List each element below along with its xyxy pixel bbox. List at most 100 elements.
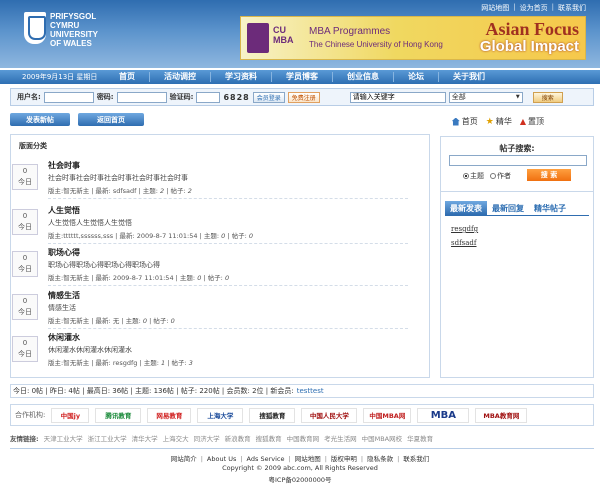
username-input[interactable] xyxy=(43,91,94,103)
logo-text: PRIFYSGOL CYMRU UNIVERSITY OF WALES xyxy=(50,12,98,48)
scope-select[interactable]: 全部 ▼ xyxy=(448,91,523,103)
friend-link[interactable]: 同济大学 xyxy=(194,433,220,443)
login-bar: 用户名: 密码: 验证码: 6828 会员登录 免费注册 全部 ▼ 搜索 xyxy=(10,88,594,106)
forum-name-link[interactable]: 人生觉悟 xyxy=(48,206,80,215)
partner-logo[interactable]: 中国人民大学 xyxy=(301,407,358,423)
friend-link[interactable]: 考光生活网 xyxy=(324,433,357,443)
contact-link[interactable]: 联系我们 xyxy=(558,3,586,13)
footer-link[interactable]: 网站地图 xyxy=(295,455,321,463)
friend-link[interactable]: 中国MBA网校 xyxy=(362,433,403,443)
latest-value[interactable]: 2009-8-7 11:01:54 xyxy=(113,274,174,282)
login-button[interactable]: 会员登录 xyxy=(252,91,285,103)
nav-item-startup[interactable]: 创业信息 xyxy=(332,72,393,82)
topics-label: 主题: xyxy=(203,232,220,240)
today-label: 今日 xyxy=(18,350,32,358)
captcha-input[interactable] xyxy=(196,91,221,103)
username-label: 用户名: xyxy=(17,93,41,101)
today-count-box: 0 今日 xyxy=(12,251,38,277)
nav-item-materials[interactable]: 学习资料 xyxy=(210,72,271,82)
moderator-label: 版主: xyxy=(48,359,64,367)
search-button[interactable]: 搜索 xyxy=(532,91,563,103)
friend-link[interactable]: 浙江工业大学 xyxy=(88,433,127,443)
side-post-link[interactable]: resgdfg xyxy=(451,225,478,233)
post-search-input[interactable] xyxy=(449,155,587,166)
footer-link[interactable]: Ads Service xyxy=(247,455,285,463)
post-search-button[interactable]: 搜 索 xyxy=(527,169,571,181)
radio-author[interactable]: 作者 xyxy=(490,171,511,181)
forum-name-link[interactable]: 职场心得 xyxy=(48,248,80,257)
set-homepage-link[interactable]: 设为首页 xyxy=(520,3,548,13)
mba-banner[interactable]: CU MBA MBA Programmes The Chinese Univer… xyxy=(240,16,586,60)
side-post-link[interactable]: sdfsadf xyxy=(451,239,477,247)
separator: | xyxy=(200,455,203,463)
quick-digest-link[interactable]: ★ 精华 xyxy=(486,116,512,127)
row-divider xyxy=(48,328,408,329)
forum-name-link[interactable]: 情感生活 xyxy=(48,291,80,300)
moderator-value[interactable]: 智无新主 xyxy=(63,274,89,282)
partner-logo[interactable]: 腾讯教育 xyxy=(95,407,142,423)
friend-link[interactable]: 新浪教育 xyxy=(225,433,251,443)
moderator-value[interactable]: tttttt,ssssss,sss xyxy=(63,232,113,240)
partner-logo[interactable]: 中国jy xyxy=(51,407,90,423)
arrow-up-icon: ▲ xyxy=(519,117,526,126)
partner-logo[interactable]: MBA xyxy=(417,407,470,423)
footer-link[interactable]: 隐私条款 xyxy=(367,455,393,463)
quick-home-link[interactable]: 首页 xyxy=(451,116,478,127)
friend-link[interactable]: 上海交大 xyxy=(163,433,189,443)
keyword-input[interactable] xyxy=(349,91,446,103)
tab-latest-replies[interactable]: 最新回复 xyxy=(487,201,529,215)
latest-value[interactable]: 2009-8-7 11:01:54 xyxy=(137,232,198,240)
nav-item-activities[interactable]: 活动调控 xyxy=(149,72,210,82)
posts-value: 3 xyxy=(188,359,193,367)
nav-item-forum[interactable]: 论坛 xyxy=(393,72,438,82)
moderator-label: 版主: xyxy=(48,317,64,325)
university-logo[interactable]: PRIFYSGOL CYMRU UNIVERSITY OF WALES xyxy=(24,12,98,48)
sitemap-link[interactable]: 网站地图 xyxy=(481,3,509,13)
friend-link[interactable]: 清华大学 xyxy=(132,433,158,443)
forum-text: 情感生活 情感生活 版主:智无新主 | 最新: 无 | 主题: 0 | 帖子: 0 xyxy=(48,290,175,325)
footer-link[interactable]: About Us xyxy=(207,455,236,463)
footer-link[interactable]: 网站简介 xyxy=(171,455,197,463)
partner-logo[interactable]: 中国MBA网 xyxy=(363,407,412,423)
partner-logo[interactable]: MBA教育网 xyxy=(475,407,528,423)
nav-item-about[interactable]: 关于我们 xyxy=(438,72,499,82)
nav-item-home[interactable]: 首页 xyxy=(105,72,149,82)
latest-value[interactable]: resgdfg xyxy=(113,359,138,367)
friend-link[interactable]: 搜狐教育 xyxy=(256,433,282,443)
footer-link[interactable]: 联系我们 xyxy=(403,455,429,463)
register-button[interactable]: 免费注册 xyxy=(287,91,320,103)
new-member-link[interactable]: testtest xyxy=(297,387,324,395)
back-home-button[interactable]: 返回首页 xyxy=(78,113,144,126)
forum-name-link[interactable]: 休闲灌水 xyxy=(48,333,80,342)
friend-link[interactable]: 天津工业大学 xyxy=(44,433,83,443)
topics-value: 0 xyxy=(142,317,148,325)
quick-sticky-link[interactable]: ▲ 置顶 xyxy=(520,116,544,127)
forum-text: 休闲灌水 休闲灌水休闲灌水休闲灌水 版主:智无新主 | 最新: resgdfg | … xyxy=(48,332,193,367)
forum-name-link[interactable]: 社会时事 xyxy=(48,161,80,170)
today-count-box: 0 今日 xyxy=(12,336,38,362)
partner-logo[interactable]: 上海大学 xyxy=(197,407,244,423)
new-post-button[interactable]: 发表新帖 xyxy=(10,113,70,126)
footer-link[interactable]: 版权申明 xyxy=(331,455,357,463)
moderator-value[interactable]: 智无新主 xyxy=(63,359,89,367)
today-count: 0 xyxy=(22,254,28,262)
partner-logo[interactable]: 搜狐教育 xyxy=(249,407,296,423)
main-nav: 2009年9月13日 星期日 首页 活动调控 学习资料 学员博客 创业信息 论坛… xyxy=(0,70,600,84)
row-divider xyxy=(48,285,408,286)
nav-item-blog[interactable]: 学员博客 xyxy=(271,72,332,82)
latest-value[interactable]: sdfsadf xyxy=(113,187,137,195)
friend-link[interactable]: 中国教育网 xyxy=(287,433,320,443)
partner-logo[interactable]: 网易教育 xyxy=(147,407,192,423)
posts-value: 0 xyxy=(224,274,230,282)
latest-value[interactable]: 无 xyxy=(113,317,120,325)
moderator-value[interactable]: 智无新主 xyxy=(63,187,89,195)
password-input[interactable] xyxy=(116,91,167,103)
moderator-value[interactable]: 智无新主 xyxy=(63,317,89,325)
crest-icon xyxy=(24,12,46,44)
forum-meta: 版主:tttttt,ssssss,sss | 最新: 2009-8-7 11:0… xyxy=(48,232,253,240)
tab-digest-posts[interactable]: 精华帖子 xyxy=(529,201,571,215)
posts-value: 0 xyxy=(248,232,253,240)
friend-link[interactable]: 华夏教育 xyxy=(407,433,433,443)
radio-topic[interactable]: 主题 xyxy=(463,171,484,181)
tab-latest-posts[interactable]: 最新发表 xyxy=(445,201,487,215)
